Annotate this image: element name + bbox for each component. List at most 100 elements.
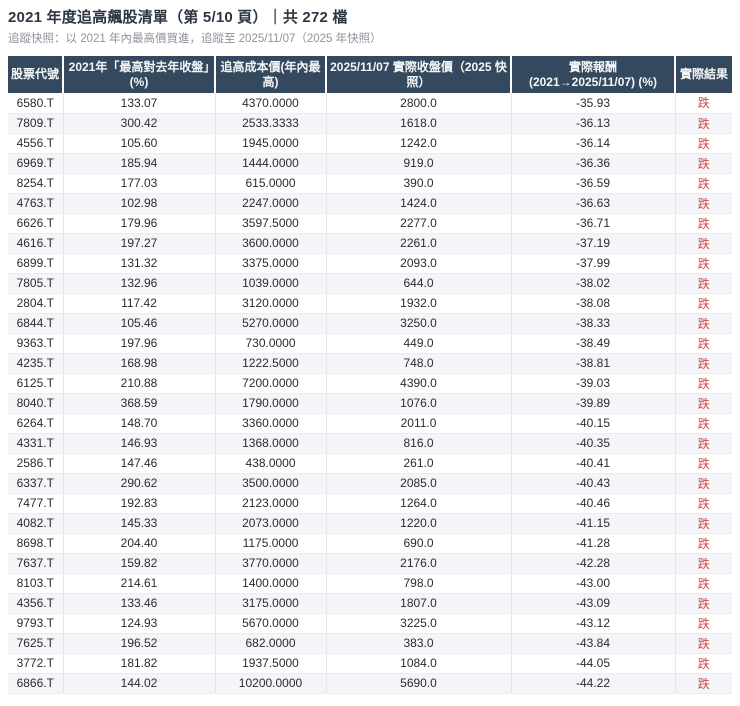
cell-close: 5690.0: [325, 673, 511, 694]
table-row: 7637.T 159.82 3770.0000 2176.0 -42.28 跌: [8, 553, 732, 574]
cell-code: 2804.T: [8, 293, 63, 314]
cell-code: 6337.T: [8, 473, 63, 494]
cell-cost: 3500.0000: [214, 473, 326, 494]
cell-pct: 196.52: [62, 633, 215, 654]
table-row: 4763.T 102.98 2247.0000 1424.0 -36.63 跌: [8, 193, 732, 214]
table-header-row: 股票代號 2021年「最高對去年收盤」(%) 追高成本價(年內最高) 2025/11/…: [8, 56, 732, 93]
cell-pct: 290.62: [62, 473, 215, 494]
cell-close: 3250.0: [325, 313, 511, 334]
cell-return: -36.36: [510, 153, 675, 174]
column-header-cost: 追高成本價(年內最高): [214, 56, 326, 93]
cell-close: 2085.0: [325, 473, 511, 494]
cell-result: 跌: [674, 613, 732, 634]
cell-code: 6899.T: [8, 253, 63, 274]
cell-result: 跌: [674, 593, 732, 614]
cell-return: -40.41: [510, 453, 675, 474]
cell-cost: 4370.0000: [214, 93, 326, 114]
cell-pct: 133.46: [62, 593, 215, 614]
cell-pct: 168.98: [62, 353, 215, 374]
cell-result: 跌: [674, 533, 732, 554]
cell-result: 跌: [674, 273, 732, 294]
cell-return: -43.12: [510, 613, 675, 634]
table-row: 6866.T 144.02 10200.0000 5690.0 -44.22 跌: [8, 673, 732, 694]
cell-close: 1242.0: [325, 133, 511, 154]
cell-return: -38.49: [510, 333, 675, 354]
cell-code: 8040.T: [8, 393, 63, 414]
cell-close: 1084.0: [325, 653, 511, 674]
cell-return: -41.28: [510, 533, 675, 554]
cell-return: -40.15: [510, 413, 675, 434]
cell-pct: 144.02: [62, 673, 215, 694]
cell-result: 跌: [674, 93, 732, 114]
cell-cost: 1039.0000: [214, 273, 326, 294]
cell-return: -43.09: [510, 593, 675, 614]
cell-code: 6969.T: [8, 153, 63, 174]
table-row: 7809.T 300.42 2533.3333 1618.0 -36.13 跌: [8, 113, 732, 134]
cell-result: 跌: [674, 673, 732, 694]
cell-code: 8698.T: [8, 533, 63, 554]
table-row: 8103.T 214.61 1400.0000 798.0 -43.00 跌: [8, 573, 732, 594]
column-header-pct: 2021年「最高對去年收盤」(%): [62, 56, 215, 93]
cell-cost: 3175.0000: [214, 593, 326, 614]
cell-result: 跌: [674, 413, 732, 434]
table-row: 8254.T 177.03 615.0000 390.0 -36.59 跌: [8, 173, 732, 194]
page-container: 2021 年度追高飆股清單（第 5/10 頁）｜共 272 檔 追蹤快照：以 2…: [0, 0, 740, 694]
cell-pct: 102.98: [62, 193, 215, 214]
table-row: 6337.T 290.62 3500.0000 2085.0 -40.43 跌: [8, 473, 732, 494]
cell-close: 1618.0: [325, 113, 511, 134]
cell-return: -40.35: [510, 433, 675, 454]
cell-cost: 1444.0000: [214, 153, 326, 174]
cell-return: -38.33: [510, 313, 675, 334]
cell-pct: 197.27: [62, 233, 215, 254]
cell-close: 261.0: [325, 453, 511, 474]
cell-close: 2277.0: [325, 213, 511, 234]
cell-code: 7809.T: [8, 113, 63, 134]
cell-cost: 3375.0000: [214, 253, 326, 274]
cell-result: 跌: [674, 133, 732, 154]
table-row: 4556.T 105.60 1945.0000 1242.0 -36.14 跌: [8, 133, 732, 154]
cell-pct: 368.59: [62, 393, 215, 414]
cell-code: 4082.T: [8, 513, 63, 534]
table-row: 3772.T 181.82 1937.5000 1084.0 -44.05 跌: [8, 653, 732, 674]
cell-pct: 197.96: [62, 333, 215, 354]
cell-code: 4763.T: [8, 193, 63, 214]
cell-result: 跌: [674, 433, 732, 454]
cell-code: 6844.T: [8, 313, 63, 334]
cell-cost: 3360.0000: [214, 413, 326, 434]
cell-cost: 5670.0000: [214, 613, 326, 634]
cell-result: 跌: [674, 513, 732, 534]
cell-return: -44.05: [510, 653, 675, 674]
cell-code: 9363.T: [8, 333, 63, 354]
table-row: 4616.T 197.27 3600.0000 2261.0 -37.19 跌: [8, 233, 732, 254]
cell-result: 跌: [674, 313, 732, 334]
table-row: 6626.T 179.96 3597.5000 2277.0 -36.71 跌: [8, 213, 732, 234]
cell-pct: 148.70: [62, 413, 215, 434]
cell-cost: 615.0000: [214, 173, 326, 194]
cell-close: 383.0: [325, 633, 511, 654]
cell-cost: 7200.0000: [214, 373, 326, 394]
cell-close: 4390.0: [325, 373, 511, 394]
cell-close: 1220.0: [325, 513, 511, 534]
cell-close: 690.0: [325, 533, 511, 554]
cell-close: 390.0: [325, 173, 511, 194]
cell-pct: 132.96: [62, 273, 215, 294]
cell-return: -38.08: [510, 293, 675, 314]
cell-close: 1932.0: [325, 293, 511, 314]
table-row: 7625.T 196.52 682.0000 383.0 -43.84 跌: [8, 633, 732, 654]
cell-return: -39.03: [510, 373, 675, 394]
cell-return: -40.46: [510, 493, 675, 514]
cell-pct: 300.42: [62, 113, 215, 134]
cell-cost: 3600.0000: [214, 233, 326, 254]
column-header-result: 實際結果: [674, 56, 732, 93]
column-header-code: 股票代號: [8, 56, 63, 93]
table-row: 8698.T 204.40 1175.0000 690.0 -41.28 跌: [8, 533, 732, 554]
cell-pct: 117.42: [62, 293, 215, 314]
table-header: 股票代號 2021年「最高對去年收盤」(%) 追高成本價(年內最高) 2025/11/…: [8, 56, 732, 93]
cell-close: 644.0: [325, 273, 511, 294]
cell-close: 2176.0: [325, 553, 511, 574]
cell-code: 4331.T: [8, 433, 63, 454]
cell-result: 跌: [674, 293, 732, 314]
cell-return: -42.28: [510, 553, 675, 574]
cell-result: 跌: [674, 233, 732, 254]
cell-cost: 2073.0000: [214, 513, 326, 534]
